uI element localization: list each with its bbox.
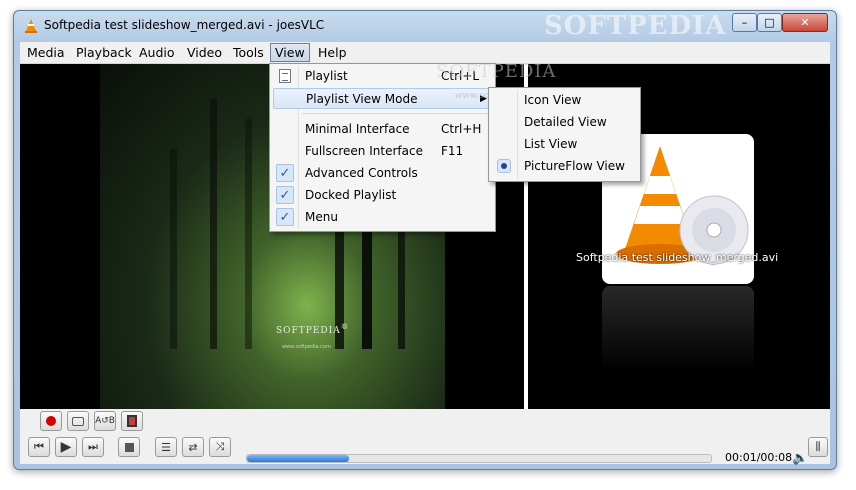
next-button[interactable]: ⏭: [82, 437, 104, 457]
record-button[interactable]: [40, 411, 62, 431]
menu-item-label: Icon View: [524, 93, 582, 107]
menu-item-label: Playlist View Mode: [306, 92, 418, 106]
menu-item-label: Detailed View: [524, 115, 607, 129]
loop-ab-button[interactable]: A↺B: [94, 411, 116, 431]
window-title: Softpedia test slideshow_merged.avi - jo…: [44, 18, 325, 32]
previous-button[interactable]: ⏮: [28, 437, 50, 457]
view-menu-menu[interactable]: ✓ Menu: [273, 207, 492, 228]
playlist-icon: ☰: [161, 440, 171, 454]
repeat-button[interactable]: ⇄: [182, 437, 204, 457]
view-menu-minimal-interface[interactable]: Minimal Interface Ctrl+H: [273, 119, 492, 140]
pictureflow-caption: Softpedia test slideshow_merged.avi: [576, 251, 779, 264]
volume-icon[interactable]: 🔈: [792, 451, 808, 466]
film-frame-icon: [127, 415, 137, 427]
menu-view[interactable]: View: [270, 43, 310, 62]
control-bar: A↺B ⏮ ▶ ⏭ ☰ ⇄ ⤨ 00:01/00:08 🔈 ⫼: [20, 409, 830, 466]
shuffle-icon: ⤨: [215, 440, 225, 453]
minimize-icon: –: [741, 16, 748, 29]
menu-tools[interactable]: Tools: [229, 44, 268, 61]
snapshot-button[interactable]: [67, 411, 89, 431]
menu-item-shortcut: Ctrl+H: [441, 122, 482, 136]
checkmark-icon: ✓: [276, 208, 294, 226]
menu-separator: [302, 113, 490, 114]
frame-by-frame-button[interactable]: [121, 411, 143, 431]
menu-playback[interactable]: Playback: [72, 44, 136, 61]
maximize-button[interactable]: □: [757, 13, 782, 32]
skip-back-icon: ⏮: [34, 440, 44, 453]
playlist-toggle-button[interactable]: ☰: [155, 437, 177, 457]
maximize-icon: □: [764, 16, 775, 29]
menu-media[interactable]: Media: [23, 44, 69, 61]
menu-item-label: Minimal Interface: [305, 122, 410, 136]
title-bar[interactable]: Softpedia test slideshow_merged.avi - jo…: [14, 11, 836, 41]
menu-item-label: List View: [524, 137, 578, 151]
menu-item-label: Menu: [305, 210, 338, 224]
tree-shape: [245, 119, 252, 349]
video-watermark-url: www.softpedia.com: [282, 344, 331, 350]
view-menu: Playlist Ctrl+L Playlist View Mode ▶ Min…: [269, 63, 496, 232]
record-icon: [46, 416, 56, 426]
video-watermark: SOFTPEDIA®: [276, 322, 350, 336]
repeat-icon: ⇄: [188, 440, 198, 454]
time-display: 00:01/00:08: [725, 451, 793, 464]
seek-slider[interactable]: [246, 454, 712, 463]
close-icon: ✕: [800, 16, 810, 29]
play-button[interactable]: ▶: [55, 437, 77, 457]
stop-icon: [124, 442, 134, 452]
pictureflow-reflection: [602, 286, 754, 372]
menu-item-shortcut: F11: [441, 144, 464, 158]
menu-bar: Media Playback Audio Video Tools View He…: [20, 42, 830, 64]
checkmark-icon: ✓: [276, 164, 294, 182]
radio-selected-icon: [497, 159, 511, 173]
equalizer-icon: ⫼: [815, 440, 821, 453]
tree-shape: [170, 149, 177, 349]
camera-icon: [72, 416, 84, 426]
view-menu-docked-playlist[interactable]: ✓ Docked Playlist: [273, 185, 492, 206]
view-menu-fullscreen-interface[interactable]: Fullscreen Interface F11: [273, 141, 492, 162]
submenu-detailed-view[interactable]: Detailed View: [492, 112, 637, 133]
submenu-icon-view[interactable]: Icon View: [492, 90, 637, 111]
menu-item-label: Playlist: [305, 69, 348, 83]
playlist-view-mode-submenu: Icon View Detailed View List View Pictur…: [488, 87, 641, 182]
menu-watermark: SOFTPEDIA: [436, 61, 557, 82]
stop-button[interactable]: [118, 437, 140, 457]
shuffle-button[interactable]: ⤨: [209, 437, 231, 457]
view-menu-advanced-controls[interactable]: ✓ Advanced Controls: [273, 163, 492, 184]
play-icon: ▶: [60, 439, 72, 455]
seek-progress: [247, 455, 350, 462]
extended-settings-button[interactable]: ⫼: [808, 437, 828, 457]
skip-forward-icon: ⏭: [88, 440, 98, 453]
title-watermark: SOFTPEDIA: [544, 11, 727, 41]
minimize-button[interactable]: –: [732, 13, 757, 32]
menu-item-label: PictureFlow View: [524, 159, 625, 173]
vlc-cone-icon: [25, 19, 37, 33]
loop-ab-icon: A↺B: [95, 416, 115, 426]
menu-help[interactable]: Help: [314, 44, 351, 61]
menu-item-label: Fullscreen Interface: [305, 144, 423, 158]
menu-video[interactable]: Video: [183, 44, 226, 61]
close-button[interactable]: ✕: [782, 13, 828, 32]
playlist-icon: [279, 69, 291, 83]
menu-item-label: Docked Playlist: [305, 188, 397, 202]
menu-audio[interactable]: Audio: [135, 44, 179, 61]
checkmark-icon: ✓: [276, 186, 294, 204]
submenu-list-view[interactable]: List View: [492, 134, 637, 155]
menu-item-label: Advanced Controls: [305, 166, 418, 180]
submenu-pictureflow-view[interactable]: PictureFlow View: [492, 156, 637, 177]
tree-shape: [210, 99, 217, 349]
